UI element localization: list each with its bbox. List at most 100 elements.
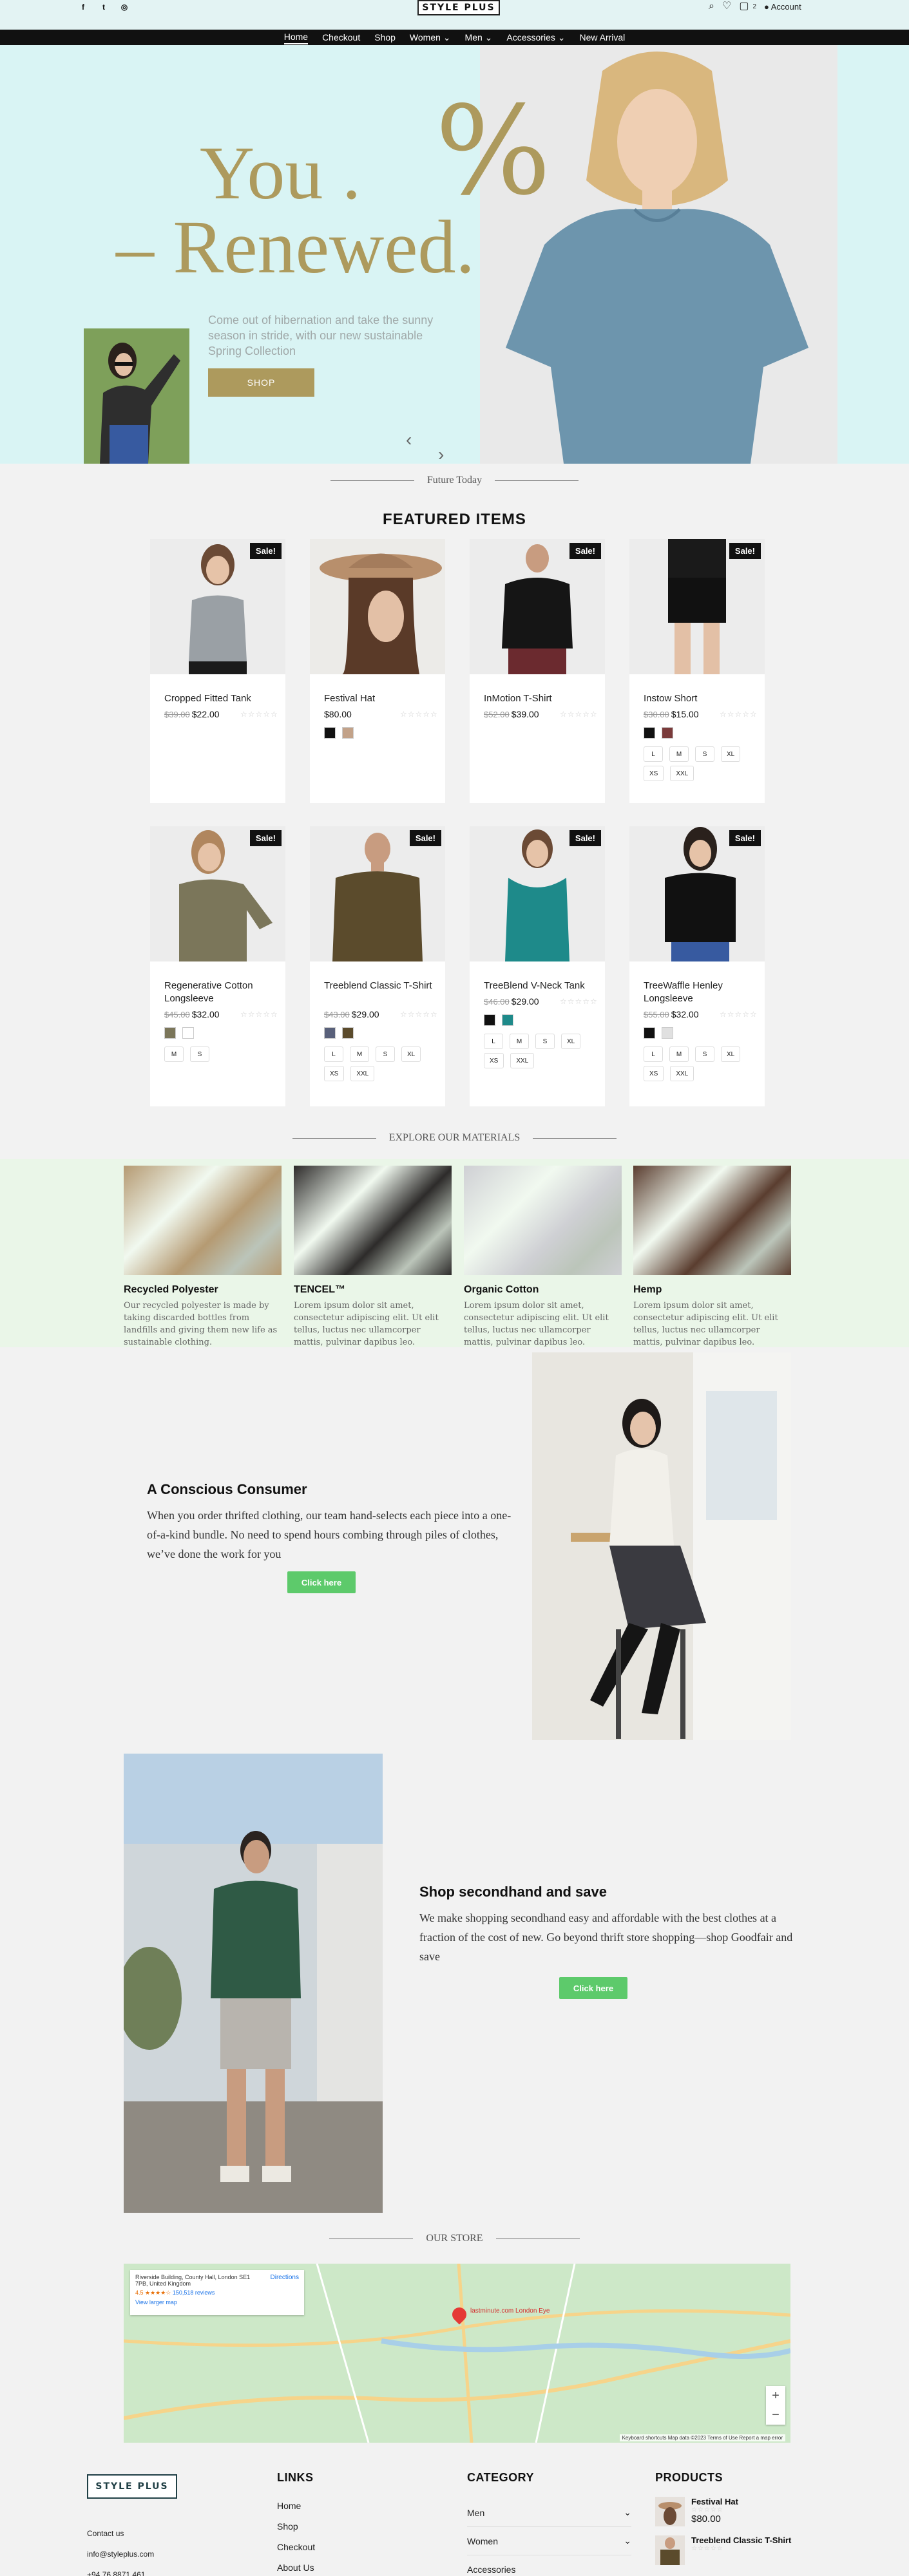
footer-product-item[interactable]: Treeblend Classic T-Shirt ☆☆☆☆☆ [655, 2535, 823, 2565]
product-image[interactable] [150, 539, 285, 674]
size-option[interactable]: M [510, 1034, 529, 1049]
size-option[interactable]: XXL [670, 1066, 694, 1081]
product-card[interactable]: Sale! Treeblend Classic T-Shirt $43.00 $29.… [310, 826, 445, 1106]
color-swatch[interactable] [324, 727, 336, 739]
color-swatch[interactable] [662, 727, 673, 739]
product-image[interactable] [629, 826, 765, 961]
size-option[interactable]: XL [561, 1034, 581, 1049]
product-image[interactable] [470, 826, 605, 961]
nav-accessories[interactable]: Accessories ⌄ [506, 31, 565, 44]
wishlist-icon[interactable]: ♡ [722, 1, 731, 12]
product-name[interactable]: Instow Short [644, 692, 756, 705]
size-option[interactable]: M [164, 1046, 184, 1062]
color-swatch[interactable] [342, 1027, 354, 1039]
site-logo[interactable]: STYLE PLUS [417, 0, 500, 15]
material-card[interactable]: Hemp Lorem ipsum dolor sit amet, consect… [633, 1166, 791, 1349]
product-card[interactable]: Festival Hat $80.00 ☆☆☆☆☆ [310, 539, 445, 803]
category-women[interactable]: Women ⌄ [467, 2527, 631, 2555]
size-option[interactable]: XS [324, 1066, 345, 1081]
product-name[interactable]: TreeWaffle Henley Longsleeve [644, 980, 756, 1005]
color-swatch[interactable] [644, 727, 655, 739]
size-option[interactable]: S [695, 1046, 714, 1062]
facebook-icon[interactable]: f [77, 1, 89, 13]
hero-shop-button[interactable]: SHOP [208, 368, 314, 397]
product-name[interactable]: InMotion T-Shirt [484, 692, 597, 705]
size-option[interactable]: L [484, 1034, 503, 1049]
zoom-in-icon[interactable]: + [772, 2389, 780, 2403]
size-option[interactable]: XL [401, 1046, 421, 1062]
product-card[interactable]: Sale! TreeBlend V-Neck Tank $46.00 $29.00 ☆☆… [470, 826, 605, 1106]
size-option[interactable]: S [190, 1046, 209, 1062]
map-directions-link[interactable]: Directions [271, 2274, 299, 2281]
product-card[interactable]: Sale! Cropped Fitted Tank $39.00 $22.00 ☆☆☆☆… [150, 539, 285, 803]
secondhand-click-button[interactable]: Click here [559, 1977, 627, 1999]
map-larger-link[interactable]: View larger map [135, 2299, 299, 2306]
size-option[interactable]: S [376, 1046, 395, 1062]
account-link[interactable]: ● Account [764, 2, 801, 12]
chevron-left-icon[interactable]: ‹ [406, 430, 412, 450]
twitter-icon[interactable]: t [98, 1, 110, 13]
color-swatch[interactable] [164, 1027, 176, 1039]
cart-icon[interactable]: ▢ [739, 1, 749, 12]
nav-new-arrival[interactable]: New Arrival [579, 31, 625, 44]
footer-link-shop[interactable]: Shop [277, 2516, 315, 2537]
contact-phone[interactable]: +94 76 8871 461 [87, 2564, 154, 2576]
store-map[interactable]: Riverside Building, County Hall, London … [124, 2264, 790, 2443]
footer-link-checkout[interactable]: Checkout [277, 2537, 315, 2557]
material-card[interactable]: Recycled Polyester Our recycled polyeste… [124, 1166, 282, 1349]
chevron-right-icon[interactable]: › [438, 444, 444, 464]
product-image[interactable] [629, 539, 765, 674]
color-swatch[interactable] [182, 1027, 194, 1039]
color-swatch[interactable] [502, 1014, 513, 1026]
zoom-out-icon[interactable]: − [772, 2408, 780, 2423]
size-option[interactable]: M [669, 746, 689, 762]
product-image[interactable] [310, 539, 445, 674]
material-card[interactable]: Organic Cotton Lorem ipsum dolor sit ame… [464, 1166, 622, 1349]
size-option[interactable]: XS [644, 766, 664, 781]
size-option[interactable]: XXL [510, 1053, 535, 1068]
product-name[interactable]: Treeblend Classic T-Shirt [324, 980, 437, 992]
size-option[interactable]: XS [484, 1053, 504, 1068]
nav-shop[interactable]: Shop [374, 31, 396, 44]
category-accessories[interactable]: Accessories [467, 2555, 631, 2576]
search-icon[interactable]: ⌕ [709, 1, 714, 12]
size-option[interactable]: XXL [350, 1066, 375, 1081]
product-name[interactable]: TreeBlend V-Neck Tank [484, 980, 597, 992]
product-image[interactable] [150, 826, 285, 961]
product-image[interactable] [310, 826, 445, 961]
size-option[interactable]: S [695, 746, 714, 762]
size-option[interactable]: M [350, 1046, 369, 1062]
size-option[interactable]: XL [721, 1046, 741, 1062]
nav-men[interactable]: Men ⌄ [465, 31, 493, 44]
color-swatch[interactable] [324, 1027, 336, 1039]
size-option[interactable]: L [644, 1046, 663, 1062]
size-option[interactable]: M [669, 1046, 689, 1062]
color-swatch[interactable] [644, 1027, 655, 1039]
product-name[interactable]: Festival Hat [324, 692, 437, 705]
conscious-click-button[interactable]: Click here [287, 1571, 356, 1593]
size-option[interactable]: XXL [670, 766, 694, 781]
product-card[interactable]: Sale! Regenerative Cotton Longsleeve $45.0… [150, 826, 285, 1106]
footer-logo[interactable]: STYLE PLUS [87, 2474, 177, 2499]
nav-home[interactable]: Home [283, 30, 309, 44]
color-swatch[interactable] [662, 1027, 673, 1039]
color-swatch[interactable] [342, 727, 354, 739]
product-card[interactable]: Sale! TreeWaffle Henley Longsleeve $55.00 $… [629, 826, 765, 1106]
product-card[interactable]: Sale! Instow Short $30.00 $15.00 ☆☆☆☆☆ L M S XL X… [629, 539, 765, 803]
instagram-icon[interactable]: ◎ [119, 1, 130, 13]
size-option[interactable]: XS [644, 1066, 664, 1081]
size-option[interactable]: XL [721, 746, 741, 762]
product-image[interactable] [470, 539, 605, 674]
contact-email[interactable]: info@styleplus.com [87, 2544, 154, 2564]
nav-checkout[interactable]: Checkout [322, 31, 360, 44]
color-swatch[interactable] [484, 1014, 495, 1026]
nav-women[interactable]: Women ⌄ [410, 31, 451, 44]
footer-link-home[interactable]: Home [277, 2496, 315, 2516]
product-card[interactable]: Sale! InMotion T-Shirt $52.00 $39.00 ☆☆☆☆☆ [470, 539, 605, 803]
material-card[interactable]: TENCEL™ Lorem ipsum dolor sit amet, cons… [294, 1166, 452, 1349]
size-option[interactable]: L [644, 746, 663, 762]
product-name[interactable]: Cropped Fitted Tank [164, 692, 277, 705]
category-men[interactable]: Men ⌄ [467, 2499, 631, 2527]
size-option[interactable]: S [535, 1034, 555, 1049]
footer-link-about[interactable]: About Us [277, 2557, 315, 2576]
